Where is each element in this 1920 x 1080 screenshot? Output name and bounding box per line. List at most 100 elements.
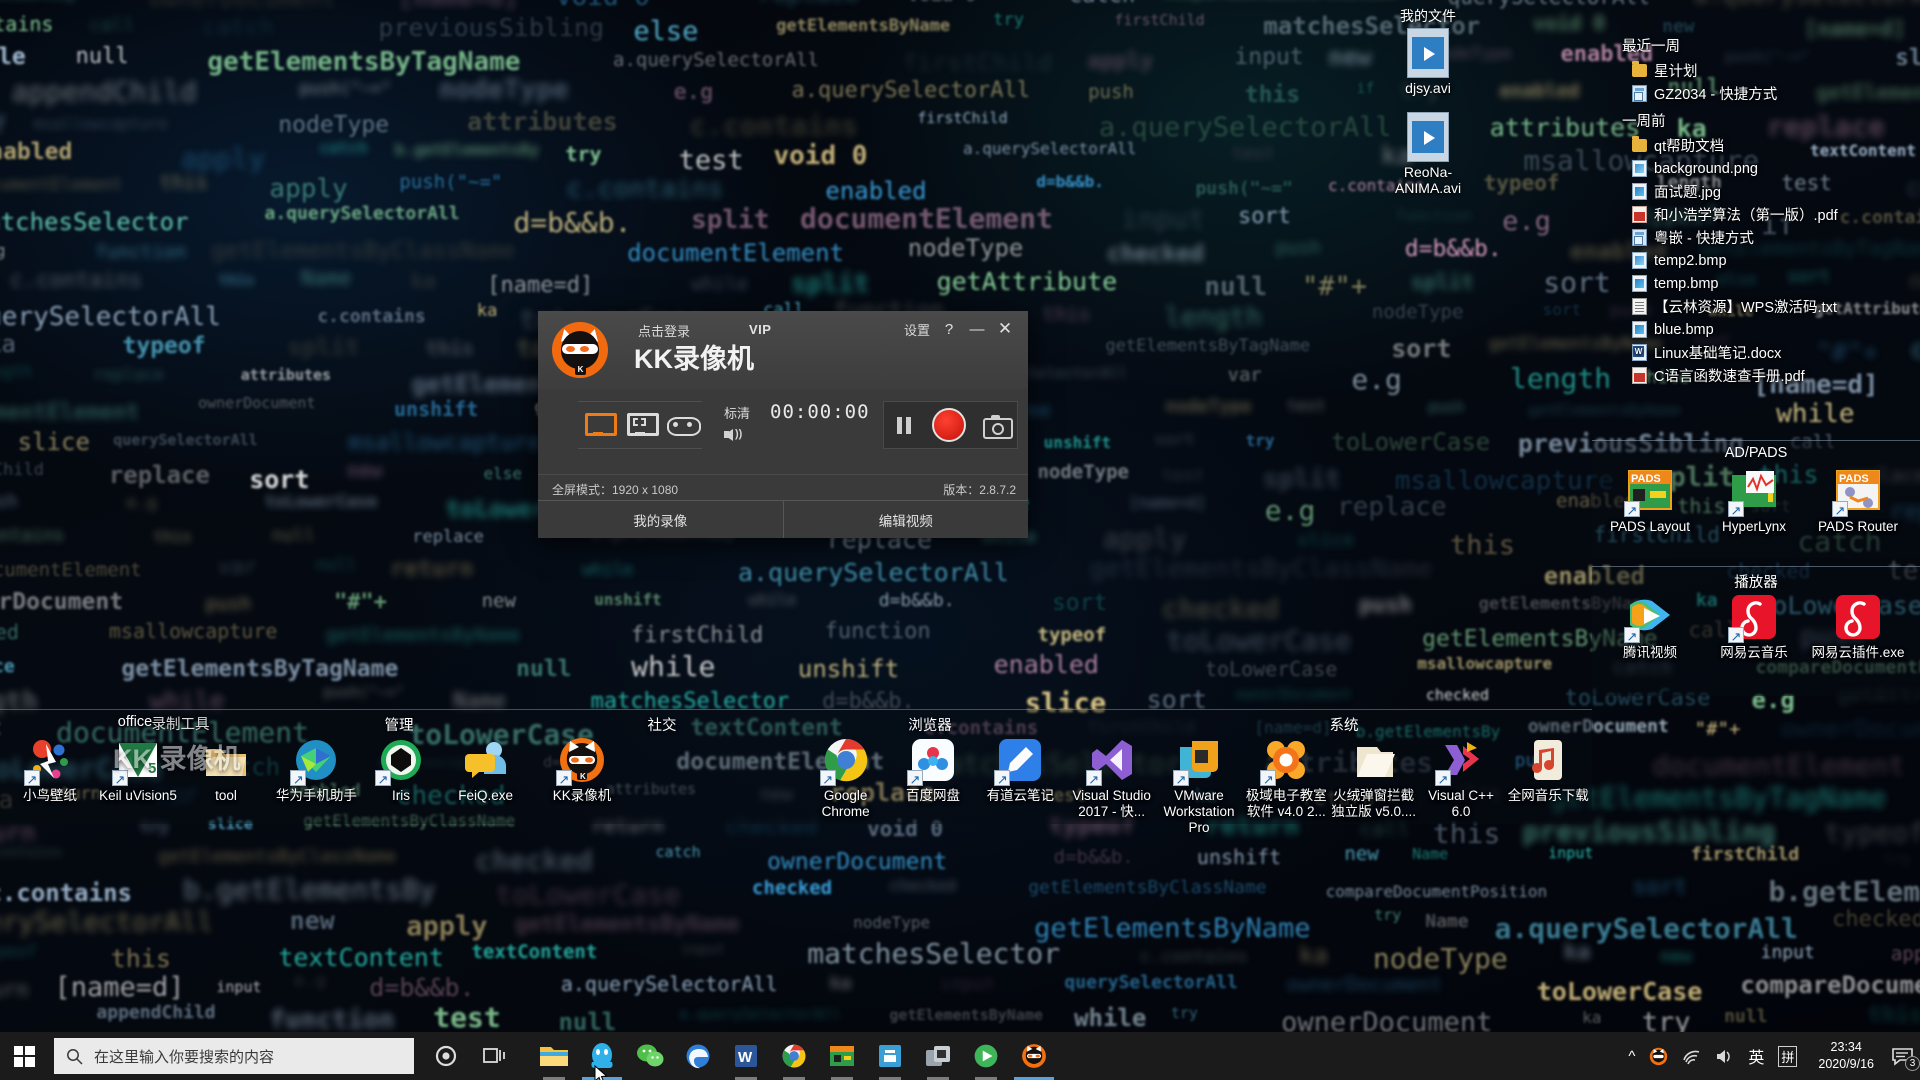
desktop-icon-bird-wallpaper[interactable]: 小鸟壁纸 — [6, 736, 94, 804]
speaker-icon[interactable]: )) — [724, 425, 746, 443]
desktop-icon-visual-cpp-6[interactable]: Visual C++ 6.0 — [1417, 736, 1504, 836]
camera-icon[interactable] — [982, 414, 1013, 439]
desktop-icon-reona-anima-avi[interactable]: ReoNa-ANIMA.avi — [1380, 112, 1476, 196]
desktop-icon-label: 有道云笔记 — [986, 788, 1055, 803]
desktop-icon-music-download[interactable]: 全网音乐下载 — [1505, 736, 1592, 836]
taskbar-vmware[interactable] — [914, 1032, 962, 1080]
kk-recorder-icon — [1022, 1044, 1046, 1068]
show-hidden-icons-button[interactable]: ^ — [1621, 1032, 1642, 1080]
desktop-icon-netease-plugin[interactable]: 网易云插件.exe — [1806, 593, 1910, 661]
fence-system[interactable]: 系统 Visual Studio 2017 - 快... VMware Work… — [1064, 709, 1592, 835]
desktop-icon-kk-recorder[interactable]: K KK录像机 — [538, 736, 626, 804]
action-center-button[interactable]: 3 — [1884, 1032, 1920, 1080]
feiq-icon — [462, 736, 510, 784]
list-item[interactable]: 面试题.jpg — [1618, 180, 1918, 203]
fence-ad-pads[interactable]: AD/PADS PADS PADS Layout — [1592, 440, 1920, 558]
fence-browser[interactable]: 浏览器 Google Chrome — [796, 709, 1064, 824]
start-button[interactable] — [0, 1032, 48, 1080]
volume-icon[interactable] — [1708, 1032, 1741, 1080]
help-icon[interactable]: ? — [936, 318, 962, 340]
taskbar-kk-recorder[interactable] — [1010, 1032, 1058, 1080]
list-item[interactable]: 星计划 — [1618, 59, 1918, 82]
taskbar-edge[interactable] — [674, 1032, 722, 1080]
image-file-icon — [1632, 183, 1647, 200]
list-item[interactable]: qt帮助文档 — [1618, 134, 1918, 157]
desktop-icon-iris[interactable]: Iris — [359, 736, 444, 804]
list-item[interactable]: Linux基础笔记.docx — [1618, 341, 1918, 364]
svg-text:PADS: PADS — [1631, 473, 1661, 485]
bird-wallpaper-icon — [24, 736, 74, 787]
folder-icon — [1632, 136, 1647, 152]
window-statusbar: 全屏模式：1920 x 1080 版本：2.8.7.2 — [538, 474, 1028, 500]
pause-icon[interactable] — [893, 413, 915, 437]
fence-title: 浏览器 — [908, 718, 952, 734]
kk-recorder-tray-icon[interactable] — [1642, 1032, 1675, 1080]
list-item[interactable]: 【云林资源】WPS激活码.txt — [1618, 295, 1918, 318]
pads-layout-icon: PADS — [1624, 467, 1674, 518]
settings-button[interactable]: 设置 — [904, 320, 930, 339]
desktop-icon-pads-layout[interactable]: PADS PADS Layout — [1598, 467, 1702, 535]
list-item[interactable]: temp.bmp — [1618, 272, 1918, 295]
chrome-icon — [782, 1044, 806, 1068]
record-circle-icon[interactable] — [931, 408, 966, 442]
monitor-icon[interactable] — [582, 410, 617, 440]
quality-selector[interactable]: 标清 — [724, 403, 750, 422]
clock[interactable]: 23:34 2020/9/16 — [1804, 1039, 1884, 1073]
desktop-icon-jiyu-classroom[interactable]: 极域电子教室软件 v4.0 2... — [1243, 736, 1330, 836]
file-group-label: 最近一周 — [1622, 39, 1680, 55]
taskbar-wechat[interactable] — [626, 1032, 674, 1080]
fence-players[interactable]: 播放器 腾讯视频 网易云音乐 — [1592, 566, 1920, 696]
taskbar-file-explorer[interactable] — [530, 1032, 578, 1080]
desktop-icon-netease-music[interactable]: 网易云音乐 — [1702, 593, 1806, 661]
taskbar-word[interactable]: W — [722, 1032, 770, 1080]
desktop-icon-huorong-popup[interactable]: 火绒弹窗拦截独立版 v5.0.... — [1330, 736, 1417, 836]
taskbar-chrome[interactable] — [770, 1032, 818, 1080]
list-item[interactable]: 粤嵌 - 快捷方式 — [1618, 226, 1918, 249]
search-icon — [67, 1048, 83, 1065]
desktop-icon-huawei-hisuite[interactable]: 华为手机助手 — [274, 736, 359, 804]
desktop-icon-visual-studio-2017[interactable]: Visual Studio 2017 - 快... — [1068, 736, 1155, 836]
ime-language-indicator[interactable]: 英 — [1741, 1032, 1771, 1080]
tencent-video-icon — [1624, 593, 1674, 644]
desktop-icon-label: 百度网盘 — [905, 788, 960, 803]
list-item[interactable]: background.png — [1618, 157, 1918, 180]
desktop-icon-baidu-netdisk[interactable]: 百度网盘 — [889, 736, 976, 820]
ime-mode-indicator[interactable]: 拼 — [1771, 1032, 1804, 1080]
search-input[interactable]: 在这里输入你要搜索的内容 — [54, 1038, 414, 1074]
list-item[interactable]: 和小浩学算法（第一版）.pdf — [1618, 203, 1918, 226]
taskbar-tencent-video[interactable] — [962, 1032, 1010, 1080]
desktop-icon-djsy-avi[interactable]: 我的文件 djsy.avi — [1380, 6, 1476, 96]
list-item[interactable]: C语言函数速查手册.pdf — [1618, 364, 1918, 387]
desktop-icon-tencent-video[interactable]: 腾讯视频 — [1598, 593, 1702, 661]
music-download-icon — [1524, 736, 1572, 784]
close-icon[interactable]: ✕ — [992, 318, 1018, 340]
edit-video-button[interactable]: 编辑视频 — [784, 501, 1029, 538]
desktop-icon-youdao-note[interactable]: 有道云笔记 — [977, 736, 1064, 820]
region-select-icon[interactable] — [624, 410, 659, 440]
desktop-icon-vmware-workstation[interactable]: VMware Workstation Pro — [1155, 736, 1242, 836]
desktop-icon-feiq[interactable]: FeiQ.exe — [443, 736, 528, 804]
fence-social[interactable]: 社交 K KK录像机 — [528, 709, 796, 824]
gamepad-icon[interactable] — [666, 410, 701, 440]
my-recordings-button[interactable]: 我的录像 — [538, 501, 784, 538]
minimize-icon[interactable]: — — [964, 318, 990, 340]
vip-badge[interactable]: VIP — [749, 322, 771, 337]
task-view-button[interactable] — [470, 1032, 518, 1080]
desktop-icon-pads-router[interactable]: PADS PADS Router — [1806, 467, 1910, 535]
list-item[interactable]: blue.bmp — [1618, 318, 1918, 341]
kk-recorder-watermark-icon: KK 录像机 — [113, 744, 241, 774]
desktop-icon-google-chrome[interactable]: Google Chrome — [802, 736, 889, 820]
list-item[interactable]: GZ2034 - 快捷方式 — [1618, 82, 1918, 105]
app-title: KK录像机 — [634, 344, 754, 374]
cortana-button[interactable] — [422, 1032, 470, 1080]
fence-title-recording-tools: 录制工具 — [151, 717, 210, 733]
desktop-icon-hyperlynx[interactable]: HyperLynx — [1702, 467, 1806, 535]
wifi-icon[interactable] — [1675, 1032, 1708, 1080]
list-item[interactable]: temp2.bmp — [1618, 249, 1918, 272]
desktop-icon-label: Visual Studio 2017 - 快... — [1072, 788, 1151, 819]
kk-recorder-window[interactable]: K 点击登录 VIP KK录像机 设置 ? — ✕ 标清 )) 00:00:00… — [538, 311, 1028, 538]
taskbar-store[interactable] — [866, 1032, 914, 1080]
fence-management[interactable]: 管理 华为手机助手 Iris — [270, 709, 528, 824]
window-titlebar[interactable]: K 点击登录 VIP KK录像机 设置 ? — ✕ — [538, 311, 1028, 389]
taskbar-pads[interactable] — [818, 1032, 866, 1080]
